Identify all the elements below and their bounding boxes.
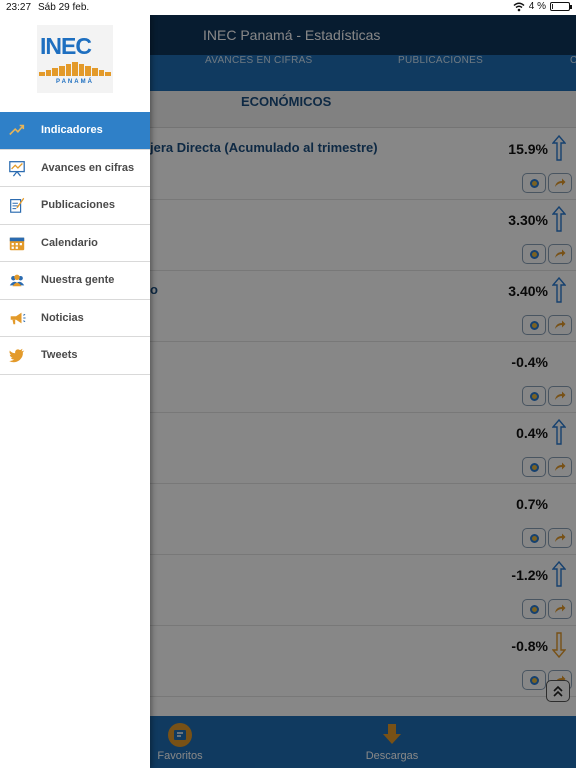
document-edit-icon bbox=[7, 195, 27, 215]
calendar-icon bbox=[7, 233, 27, 253]
status-date: Sáb 29 feb. bbox=[38, 2, 90, 13]
status-bar: 23:27 Sáb 29 feb. 4 % bbox=[0, 0, 576, 15]
drawer-item-label: Indicadores bbox=[41, 124, 103, 137]
battery-icon bbox=[550, 2, 572, 11]
drawer-item-label: Calendario bbox=[41, 236, 98, 249]
status-time: 23:27 bbox=[6, 2, 32, 13]
drawer-item-avances-en-cifras[interactable]: Avances en cifras bbox=[0, 149, 150, 187]
logo-bars bbox=[39, 62, 112, 76]
twitter-bird-icon bbox=[7, 345, 27, 365]
presentation-chart-icon bbox=[7, 158, 27, 178]
people-icon bbox=[7, 270, 27, 290]
drawer-item-label: Noticias bbox=[41, 311, 84, 324]
drawer-item-indicadores[interactable]: Indicadores bbox=[0, 112, 150, 150]
megaphone-icon bbox=[7, 308, 27, 328]
battery-percent: 4 % bbox=[528, 1, 546, 12]
logo-subtitle: PANAMÁ bbox=[56, 79, 94, 85]
drawer-item-tweets[interactable]: Tweets bbox=[0, 337, 150, 375]
drawer-item-calendario[interactable]: Calendario bbox=[0, 224, 150, 262]
drawer-item-publicaciones[interactable]: Publicaciones bbox=[0, 187, 150, 225]
side-drawer: INEC PANAMÁ Indicadores Avances en cifra… bbox=[0, 15, 150, 768]
logo-text: INEC bbox=[40, 33, 92, 59]
wifi-icon bbox=[513, 2, 525, 11]
trending-up-icon bbox=[7, 120, 27, 140]
drawer-item-noticias[interactable]: Noticias bbox=[0, 299, 150, 337]
drawer-item-label: Avances en cifras bbox=[41, 161, 135, 174]
drawer-menu: Indicadores Avances en cifras Publicacio… bbox=[0, 112, 150, 375]
status-indicators: 4 % bbox=[513, 1, 572, 12]
drawer-item-label: Tweets bbox=[41, 349, 78, 362]
drawer-item-label: Publicaciones bbox=[41, 199, 115, 212]
inec-logo: INEC PANAMÁ bbox=[37, 25, 113, 93]
drawer-item-label: Nuestra gente bbox=[41, 274, 115, 287]
drawer-item-nuestra-gente[interactable]: Nuestra gente bbox=[0, 262, 150, 300]
